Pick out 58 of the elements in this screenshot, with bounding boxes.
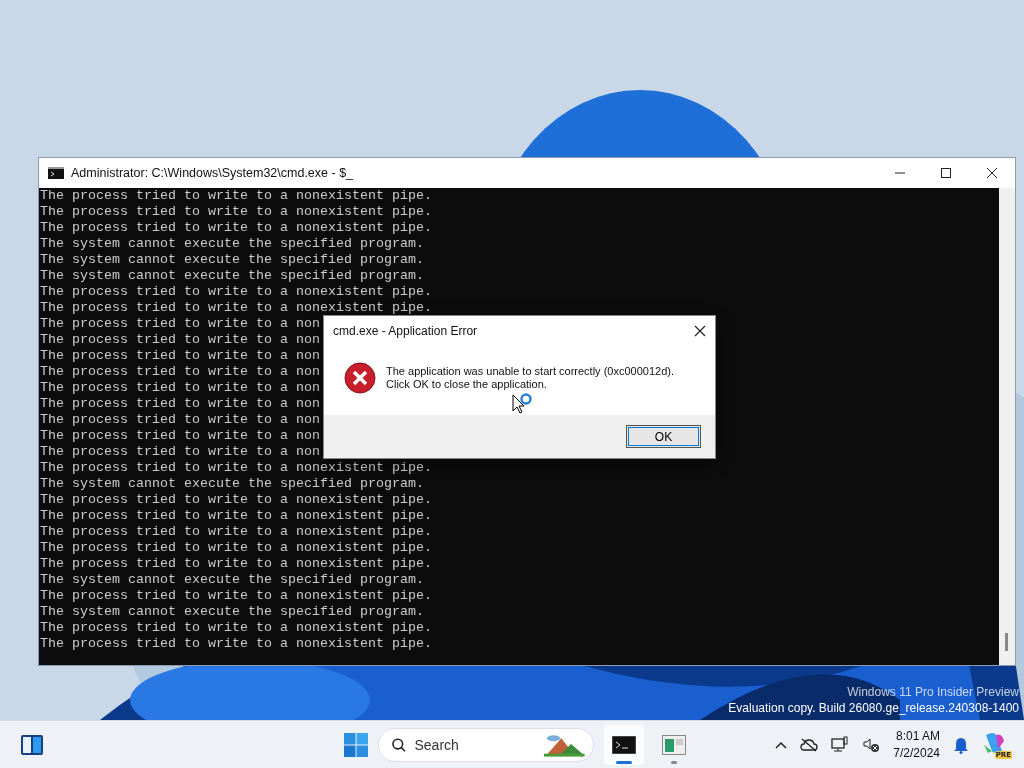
close-icon[interactable] [694, 325, 706, 337]
console-line: The system cannot execute the specified program. [40, 268, 424, 284]
console-line: The process tried to write to a non [40, 380, 320, 396]
console-line: The process tried to write to a nonexistent pipe. [40, 620, 432, 636]
search-bar[interactable]: Search [378, 728, 594, 762]
window-title: Administrator: C:\Windows\System32\cmd.exe - $_ [71, 166, 354, 180]
console-line: The process tried to write to a nonexistent pipe. [40, 220, 432, 236]
cloud-off-icon[interactable] [800, 738, 819, 752]
console-line: The process tried to write to a nonexistent pipe. [40, 636, 432, 652]
watermark-text: Evaluation copy. Build 26080.ge_release.240308-1400 [728, 700, 1019, 716]
network-icon[interactable] [831, 736, 850, 754]
console-line: The process tried to write to a non [40, 316, 320, 332]
console-line: The process tried to write to a nonexistent pipe. [40, 460, 432, 476]
console-line: The process tried to write to a non [40, 412, 320, 428]
maximize-icon [940, 167, 952, 179]
console-line: The process tried to write to a nonexistent pipe. [40, 508, 432, 524]
volume-muted-icon[interactable] [862, 736, 881, 754]
console-line: The system cannot execute the specified program. [40, 604, 424, 620]
console-line: The process tried to write to a nonexistent pipe. [40, 284, 432, 300]
console-line: The process tried to write to a non [40, 428, 320, 444]
chevron-up-icon[interactable] [775, 741, 788, 749]
clock-time[interactable]: 8:01 AM [893, 728, 940, 745]
scrollbar[interactable] [999, 188, 1015, 665]
window-app-icon [662, 735, 686, 755]
bell-icon[interactable] [953, 736, 969, 754]
console-line: The system cannot execute the specified program. [40, 252, 424, 268]
dialog-title: cmd.exe - Application Error [333, 324, 478, 338]
widgets-icon[interactable] [20, 734, 44, 756]
terminal-icon [612, 736, 636, 754]
console-line: The process tried to write to a nonexistent pipe. [40, 300, 432, 316]
watermark-text: Windows 11 Pro Insider Preview [846, 684, 1019, 700]
taskbar-app[interactable] [604, 725, 644, 765]
console-line: The process tried to write to a nonexistent pipe. [40, 556, 432, 572]
close-icon [986, 167, 998, 179]
console-icon [48, 167, 64, 179]
start-icon[interactable] [344, 733, 368, 757]
console-line: The system cannot execute the specified program. [40, 476, 424, 492]
search-field[interactable]: Search [414, 735, 535, 755]
console-line: The process tried to write to a nonexistent pipe. [40, 524, 432, 540]
error-message: The application was unable to start correctly (0xc000012d). [386, 364, 674, 378]
ok-button[interactable]: OK [626, 425, 701, 448]
console-line: The process tried to write to a non [40, 348, 320, 364]
console-line: The process tried to write to a nonexistent pipe. [40, 588, 432, 604]
console-line: The process tried to write to a nonexistent pipe. [40, 492, 432, 508]
error-message: Click OK to close the application. [386, 377, 548, 391]
search-icon [391, 737, 407, 753]
console-line: The process tried to write to a non [40, 332, 320, 348]
landscape-icon [542, 732, 587, 758]
console-line: The process tried to write to a nonexistent pipe. [40, 188, 432, 204]
console-line: The process tried to write to a nonexistent pipe. [40, 204, 432, 220]
console-line: The process tried to write to a non [40, 444, 320, 460]
error-icon [344, 361, 376, 394]
console-line: The process tried to write to a non [40, 364, 320, 380]
console-line: The system cannot execute the specified program. [40, 236, 424, 252]
console-line: The system cannot execute the specified program. [40, 572, 424, 588]
console-line: The process tried to write to a nonexistent pipe. [40, 540, 432, 556]
clock-date[interactable]: 7/2/2024 [893, 745, 940, 762]
console-line: The process tried to write to a non [40, 396, 320, 412]
